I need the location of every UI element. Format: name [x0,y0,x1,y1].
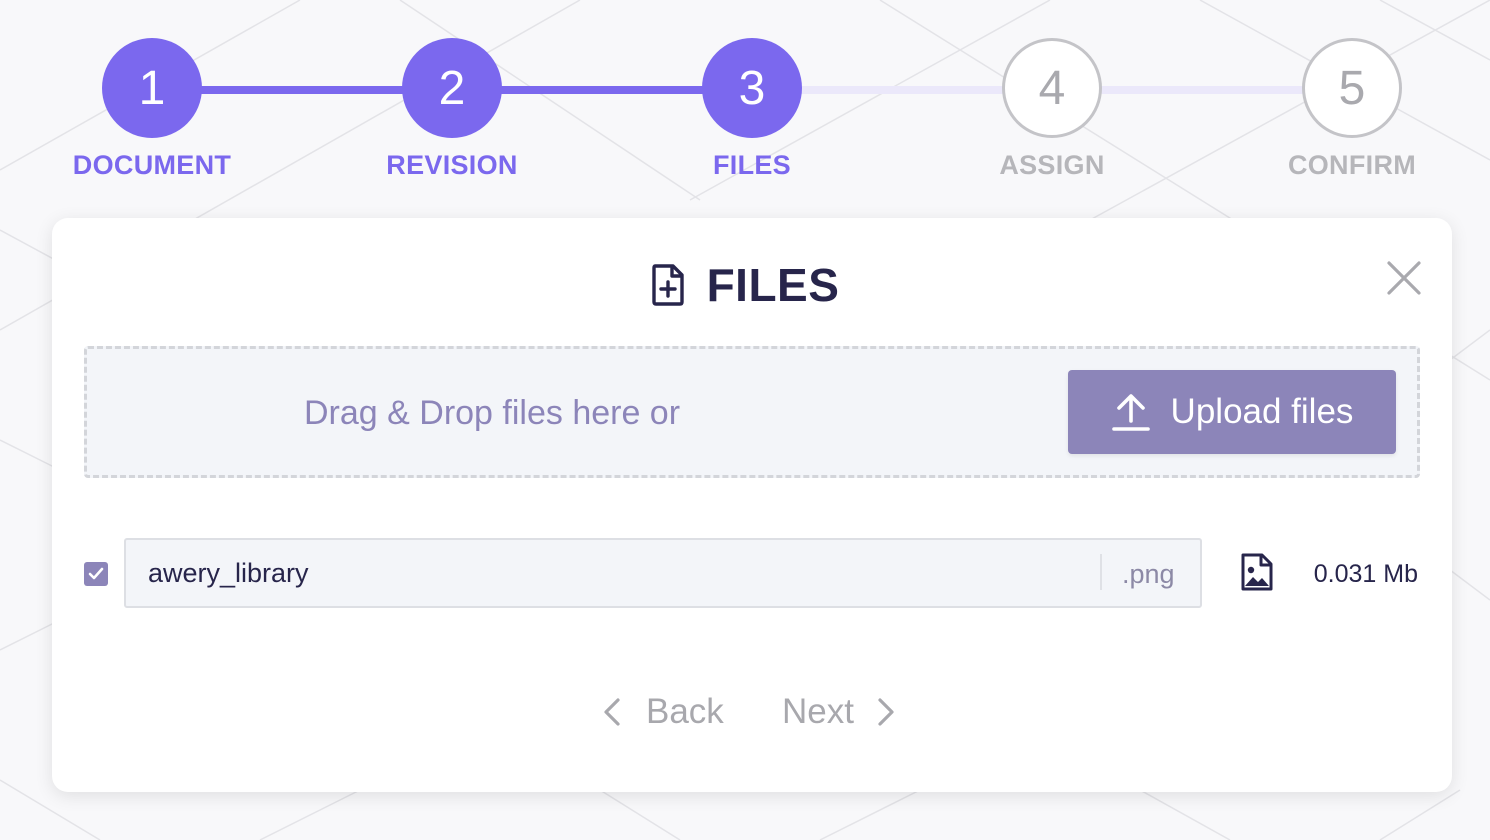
step-1-circle[interactable]: 1 [102,38,202,138]
step-5-number: 5 [1338,61,1366,115]
upload-arrow-icon [1111,394,1150,431]
step-4-label: ASSIGN [999,150,1105,180]
chevron-left-icon [604,698,620,726]
step-2-label: REVISION [386,150,518,180]
step-3-label: FILES [712,150,791,180]
back-label: Back [646,692,724,731]
back-button[interactable]: Back [600,690,724,734]
step-5-circle: 5 [1302,38,1402,138]
step-2-circle[interactable]: 2 [402,38,502,138]
step-4-number: 4 [1038,61,1066,115]
step-2-number: 2 [438,61,466,115]
wizard-stepper: 1 2 3 4 5 DOCUMENT REVISION FILES ASSIGN… [0,0,1490,200]
chevron-right-icon [878,698,894,726]
upload-files-button[interactable]: Upload files [1068,370,1396,454]
extension-divider [1100,554,1102,590]
step-5-label: CONFIRM [1287,150,1417,180]
file-name-field-wrapper: .png [124,538,1202,608]
drop-zone-text: Drag & Drop files here or [304,394,681,432]
step-4-circle: 4 [1002,38,1102,138]
card-header: FILES [0,258,1490,312]
file-name-input[interactable] [148,540,1088,606]
file-extension: .png [1122,559,1175,589]
file-plus-icon [651,264,684,306]
step-1-number: 1 [138,61,166,115]
close-icon[interactable] [1384,258,1424,298]
file-select-checkbox[interactable] [84,562,108,586]
file-size: 0.031 Mb [1313,560,1418,588]
upload-files-label: Upload files [1170,392,1354,431]
card-title: FILES [706,259,840,311]
step-1-label: DOCUMENT [72,150,232,180]
next-button[interactable]: Next [782,690,898,734]
step-3-number: 3 [738,61,766,115]
next-label: Next [782,692,854,731]
step-3-circle[interactable]: 3 [702,38,802,138]
checkmark-icon [88,567,104,580]
